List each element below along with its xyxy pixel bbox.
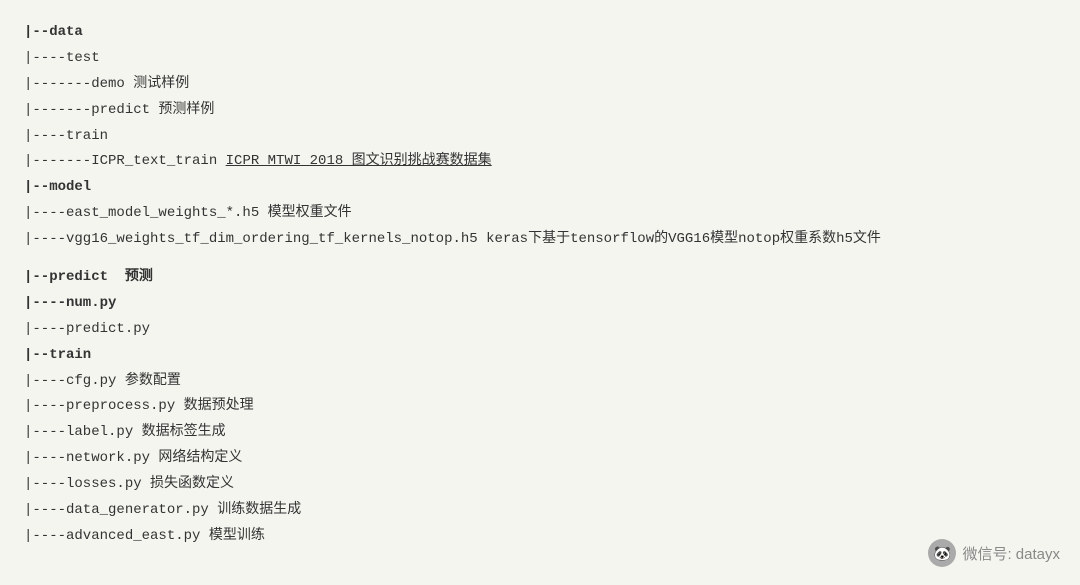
spacer-line bbox=[24, 253, 1056, 265]
file-tree-line: |----network.py 网络结构定义 bbox=[24, 446, 1056, 472]
file-tree-line: |----vgg16_weights_tf_dim_ordering_tf_ke… bbox=[24, 227, 1056, 253]
file-tree-line: |----data_generator.py 训练数据生成 bbox=[24, 498, 1056, 524]
file-tree-line: |----cfg.py 参数配置 bbox=[24, 369, 1056, 395]
watermark: 🐼 微信号: datayx bbox=[928, 539, 1060, 567]
file-tree-line: |----test bbox=[24, 46, 1056, 72]
file-tree-line: |-------demo 测试样例 bbox=[24, 72, 1056, 98]
content-area: |--data|----test|-------demo 测试样例|------… bbox=[24, 20, 1056, 550]
file-tree-line: |----label.py 数据标签生成 bbox=[24, 420, 1056, 446]
file-tree-line: |----east_model_weights_*.h5 模型权重文件 bbox=[24, 201, 1056, 227]
file-tree-line: |----losses.py 损失函数定义 bbox=[24, 472, 1056, 498]
file-tree-line: |--predict 预测 bbox=[24, 265, 1056, 291]
file-tree-line: |--model bbox=[24, 175, 1056, 201]
file-tree-line: |----num.py bbox=[24, 291, 1056, 317]
file-tree-line: |-------predict 预测样例 bbox=[24, 98, 1056, 124]
underlined-text: ICPR MTWI 2018 图文识别挑战赛数据集 bbox=[226, 153, 492, 169]
watermark-icon: 🐼 bbox=[928, 539, 956, 567]
file-tree-line: |--train bbox=[24, 343, 1056, 369]
file-tree-line: |----predict.py bbox=[24, 317, 1056, 343]
watermark-text: 微信号: datayx bbox=[962, 543, 1060, 564]
file-tree-line: |-------ICPR_text_train ICPR MTWI 2018 图… bbox=[24, 149, 1056, 175]
file-tree-line: |--data bbox=[24, 20, 1056, 46]
file-tree-line: |----train bbox=[24, 124, 1056, 150]
file-tree-line: |----preprocess.py 数据预处理 bbox=[24, 394, 1056, 420]
file-tree-line: |----advanced_east.py 模型训练 bbox=[24, 524, 1056, 550]
